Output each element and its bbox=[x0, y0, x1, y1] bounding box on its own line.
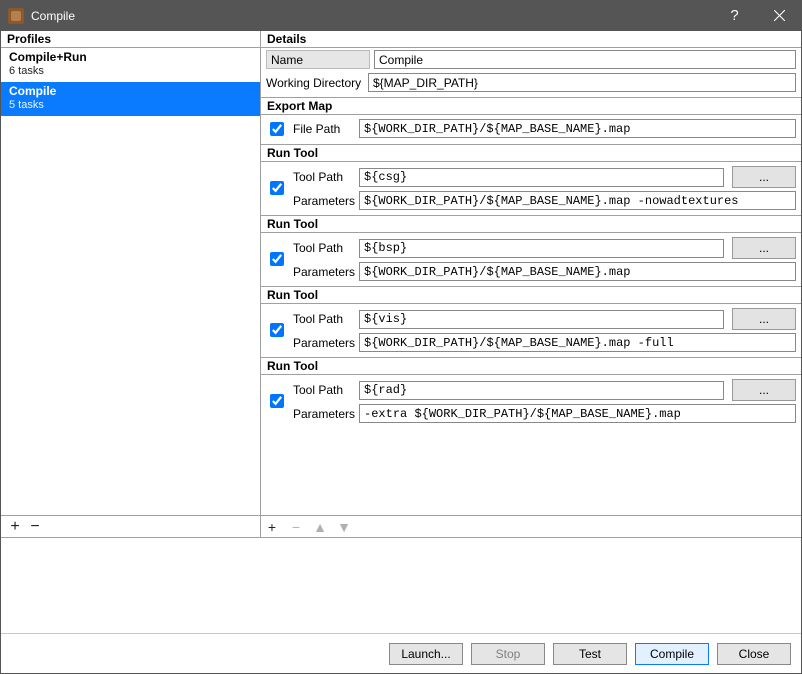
profiles-list[interactable]: Compile+Run6 tasksCompile5 tasks bbox=[1, 48, 260, 515]
field-label: Parameters bbox=[293, 265, 355, 279]
name-label: Name bbox=[271, 53, 365, 67]
window-title: Compile bbox=[31, 9, 75, 23]
profile-tasks: 6 tasks bbox=[9, 65, 252, 79]
profile-name: Compile bbox=[9, 84, 252, 99]
task-block: Tool Path... Parameters bbox=[261, 375, 801, 425]
name-input[interactable] bbox=[374, 50, 796, 69]
field-label: File Path bbox=[293, 122, 355, 136]
add-profile-button[interactable]: + bbox=[5, 518, 25, 536]
profile-item[interactable]: Compile+Run6 tasks bbox=[1, 48, 260, 82]
group-header: Run Tool bbox=[261, 215, 801, 233]
task-enabled-checkbox[interactable] bbox=[270, 394, 284, 408]
parameters-input[interactable] bbox=[359, 333, 796, 352]
app-icon bbox=[8, 8, 24, 24]
profiles-toolbar: + − bbox=[1, 515, 260, 537]
task-block: Tool Path... Parameters bbox=[261, 304, 801, 354]
group-header: Export Map bbox=[261, 97, 801, 115]
parameters-input[interactable] bbox=[359, 191, 796, 210]
bottom-buttons: Launch... Stop Test Compile Close bbox=[1, 634, 801, 673]
name-row: Name bbox=[261, 48, 801, 71]
task-row: Tool Path... bbox=[293, 379, 796, 401]
close-window-button[interactable] bbox=[757, 0, 802, 31]
group-header: Run Tool bbox=[261, 286, 801, 304]
task-row: Parameters bbox=[293, 191, 796, 210]
task-enabled-checkbox[interactable] bbox=[270, 122, 284, 136]
task-row: Tool Path... bbox=[293, 166, 796, 188]
details-body: Name Working Directory Export Map File Pa… bbox=[261, 48, 801, 515]
workdir-input[interactable] bbox=[368, 73, 796, 92]
field-label: Parameters bbox=[293, 336, 355, 350]
browse-button[interactable]: ... bbox=[732, 379, 796, 401]
task-enabled-checkbox[interactable] bbox=[270, 252, 284, 266]
task-enabled-checkbox[interactable] bbox=[270, 181, 284, 195]
output-log[interactable] bbox=[1, 538, 801, 634]
add-task-button[interactable]: + bbox=[265, 519, 279, 535]
browse-button[interactable]: ... bbox=[732, 308, 796, 330]
tool-path-input[interactable] bbox=[359, 381, 724, 400]
help-button[interactable]: ? bbox=[712, 0, 757, 31]
task-row: Parameters bbox=[293, 262, 796, 281]
workdir-row: Working Directory bbox=[261, 71, 801, 94]
launch-button[interactable]: Launch... bbox=[389, 643, 463, 665]
browse-button[interactable]: ... bbox=[732, 166, 796, 188]
field-label: Tool Path bbox=[293, 383, 355, 397]
field-label: Tool Path bbox=[293, 312, 355, 326]
group-header: Run Tool bbox=[261, 144, 801, 162]
parameters-input[interactable] bbox=[359, 262, 796, 281]
field-label: Parameters bbox=[293, 194, 355, 208]
task-enabled-checkbox[interactable] bbox=[270, 323, 284, 337]
details-panel: Details Name Working Directory Export Ma… bbox=[261, 31, 801, 537]
profiles-panel: Profiles Compile+Run6 tasksCompile5 task… bbox=[1, 31, 261, 537]
task-block: Tool Path... Parameters bbox=[261, 162, 801, 212]
task-row: File Path bbox=[293, 119, 796, 138]
remove-profile-button[interactable]: − bbox=[25, 518, 45, 536]
tool-path-input[interactable] bbox=[359, 168, 724, 187]
profile-item[interactable]: Compile5 tasks bbox=[1, 82, 260, 116]
task-row: Tool Path... bbox=[293, 237, 796, 259]
task-block: File Path bbox=[261, 115, 801, 141]
close-button[interactable]: Close bbox=[717, 643, 791, 665]
parameters-input[interactable] bbox=[359, 404, 796, 423]
profile-name: Compile+Run bbox=[9, 50, 252, 65]
move-up-button[interactable]: ▲ bbox=[313, 519, 327, 535]
browse-button[interactable]: ... bbox=[732, 237, 796, 259]
compile-button[interactable]: Compile bbox=[635, 643, 709, 665]
task-row: Parameters bbox=[293, 404, 796, 423]
test-button[interactable]: Test bbox=[553, 643, 627, 665]
details-header: Details bbox=[261, 31, 801, 48]
group-header: Run Tool bbox=[261, 357, 801, 375]
stop-button[interactable]: Stop bbox=[471, 643, 545, 665]
profile-tasks: 5 tasks bbox=[9, 99, 252, 113]
remove-task-button[interactable]: − bbox=[289, 519, 303, 535]
tool-path-input[interactable] bbox=[359, 310, 724, 329]
details-toolbar: + − ▲ ▼ bbox=[261, 515, 801, 537]
task-block: Tool Path... Parameters bbox=[261, 233, 801, 283]
task-row: Parameters bbox=[293, 333, 796, 352]
titlebar: Compile ? bbox=[0, 0, 802, 31]
field-label: Tool Path bbox=[293, 241, 355, 255]
profiles-header: Profiles bbox=[1, 31, 260, 48]
field-label: Tool Path bbox=[293, 170, 355, 184]
move-down-button[interactable]: ▼ bbox=[337, 519, 351, 535]
file-path-input[interactable] bbox=[359, 119, 796, 138]
task-row: Tool Path... bbox=[293, 308, 796, 330]
workdir-label: Working Directory bbox=[266, 76, 364, 90]
field-label: Parameters bbox=[293, 407, 355, 421]
tool-path-input[interactable] bbox=[359, 239, 724, 258]
